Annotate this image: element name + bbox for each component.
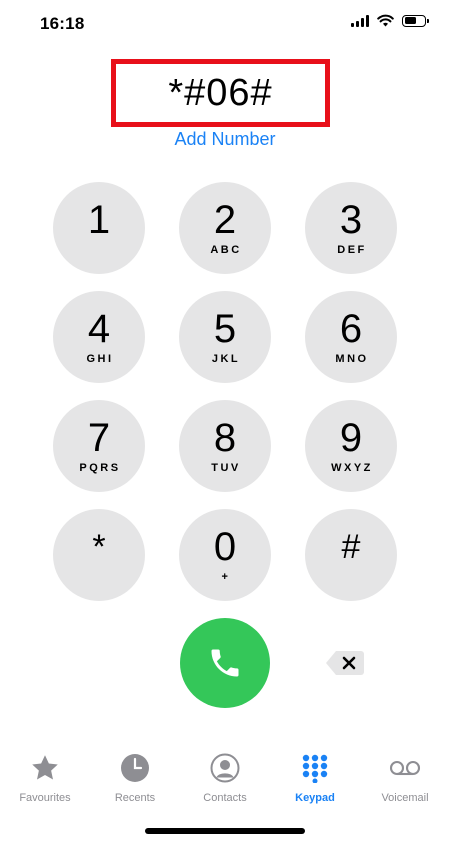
add-number-link[interactable]: Add Number xyxy=(0,129,450,150)
tab-contacts[interactable]: Contacts xyxy=(180,752,270,812)
key-digit: 5 xyxy=(213,306,237,351)
battery-icon xyxy=(402,14,429,27)
key-digit: 0 xyxy=(213,524,237,569)
keypad-icon xyxy=(299,752,331,784)
key-digit: # xyxy=(341,527,361,566)
key-digit: 9 xyxy=(339,415,363,460)
key-digit: 6 xyxy=(339,306,363,351)
key-letters xyxy=(350,571,352,584)
delete-backspace-icon xyxy=(326,651,364,675)
key-6[interactable]: 6 MNO xyxy=(305,291,397,383)
key-3[interactable]: 3 DEF xyxy=(305,182,397,274)
key-letters: + xyxy=(221,570,231,583)
key-digit: 3 xyxy=(339,197,363,242)
tab-label: Keypad xyxy=(295,792,335,804)
tab-favourites[interactable]: Favourites xyxy=(0,752,90,812)
tab-recents[interactable]: Recents xyxy=(90,752,180,812)
star-icon xyxy=(29,752,61,784)
key-letters: DEF xyxy=(337,243,367,256)
key-4[interactable]: 4 GHI xyxy=(53,291,145,383)
delete-button[interactable] xyxy=(321,646,369,680)
key-letters xyxy=(98,571,100,584)
dialed-number-highlight: *#06# xyxy=(111,59,330,127)
tab-bar: Favourites Recents Contacts Keypad Voice… xyxy=(0,752,450,812)
clock-icon xyxy=(119,752,151,784)
cellular-signal-icon xyxy=(351,14,369,27)
tab-label: Recents xyxy=(114,792,156,804)
key-digit: 7 xyxy=(87,415,111,460)
key-letters: WXYZ xyxy=(331,461,373,474)
status-icons xyxy=(351,14,429,27)
tab-voicemail[interactable]: Voicemail xyxy=(360,752,450,812)
key-hash[interactable]: # xyxy=(305,509,397,601)
key-8[interactable]: 8 TUV xyxy=(179,400,271,492)
key-letters: GHI xyxy=(86,352,114,365)
tab-label: Voicemail xyxy=(381,792,429,804)
key-0[interactable]: 0 + xyxy=(179,509,271,601)
key-digit: * xyxy=(92,527,106,566)
key-digit: 8 xyxy=(213,415,237,460)
keypad-grid: 1 2 ABC 3 DEF 4 GHI 5 JKL 6 MNO 7 PQRS 8 TUV 9W… xyxy=(53,182,397,601)
key-digit: 1 xyxy=(87,197,111,242)
key-letters xyxy=(98,244,100,257)
key-5[interactable]: 5 JKL xyxy=(179,291,271,383)
key-1[interactable]: 1 xyxy=(53,182,145,274)
battery-fill xyxy=(404,17,416,24)
key-2[interactable]: 2 ABC xyxy=(179,182,271,274)
key-7[interactable]: 7 PQRS xyxy=(53,400,145,492)
voicemail-icon xyxy=(389,752,421,784)
phone-icon xyxy=(211,649,239,677)
key-letters: JKL xyxy=(211,352,241,365)
tab-label: Contacts xyxy=(203,792,247,804)
key-letters: ABC xyxy=(210,243,242,256)
key-digit: 2 xyxy=(213,197,237,242)
key-letters: MNO xyxy=(335,352,369,365)
home-indicator[interactable] xyxy=(145,828,305,834)
dialed-number: *#06# xyxy=(168,71,273,114)
wifi-icon xyxy=(377,14,394,27)
key-letters: PQRS xyxy=(79,461,121,474)
person-icon xyxy=(209,752,241,784)
tab-label: Favourites xyxy=(19,792,71,804)
status-time: 16:18 xyxy=(40,14,85,33)
key-9[interactable]: 9 WXYZ xyxy=(305,400,397,492)
status-bar: 16:18 xyxy=(0,0,450,48)
key-star[interactable]: * xyxy=(53,509,145,601)
tab-keypad[interactable]: Keypad xyxy=(270,752,360,812)
key-letters: TUV xyxy=(211,461,241,474)
key-digit: 4 xyxy=(87,306,111,351)
call-button[interactable] xyxy=(180,618,270,708)
